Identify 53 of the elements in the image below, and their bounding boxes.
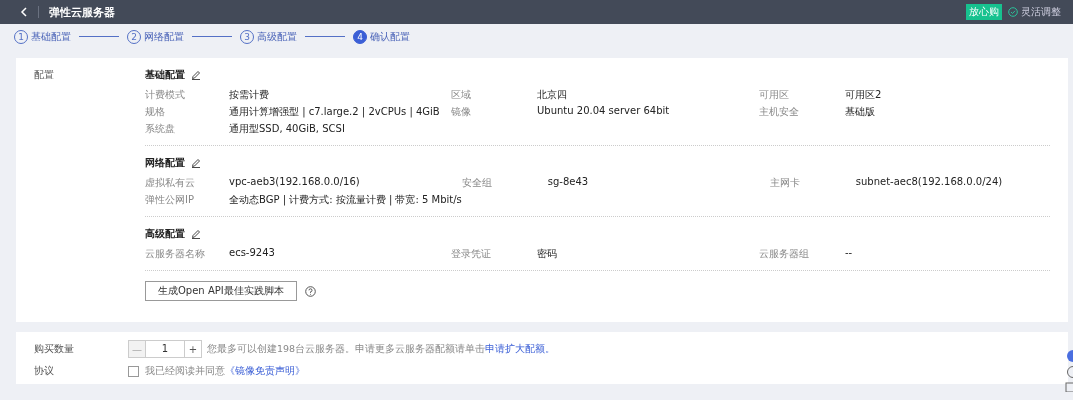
field-label: 弹性公网IP <box>145 193 195 207</box>
section-title: 网络配置 <box>145 156 185 170</box>
promo-badge: 放心购 <box>966 4 1002 20</box>
agreement-text: 我已经阅读并同意《镜像免责声明》 <box>145 364 305 378</box>
field-value: 北京四 <box>537 88 568 102</box>
field-label: 虚拟私有云 <box>145 176 196 190</box>
field-label: 安全组 <box>461 176 493 190</box>
field-value: 全动态BGP | 计费方式: 按流量计费 | 带宽: 5 Mbit/s <box>229 193 462 207</box>
field-value: -- <box>845 247 854 260</box>
page-title: 弹性云服务器 <box>49 4 115 20</box>
step-label: 网络配置 <box>144 29 184 44</box>
disclaimer-link[interactable]: 《镜像免责声明》 <box>225 364 305 376</box>
field-label: 云服务器组 <box>759 247 810 261</box>
field-value: sg-8e43 <box>547 176 590 189</box>
field-label: 可用区 <box>759 88 790 102</box>
field-label: 主机安全 <box>759 105 800 119</box>
field-label: 主网卡 <box>769 176 801 190</box>
edit-icon[interactable] <box>191 70 201 80</box>
step-label: 确认配置 <box>370 29 410 44</box>
field-label: 登录凭证 <box>451 247 492 261</box>
section-label: 配置 <box>33 68 55 82</box>
adjust-label: 灵活调整 <box>1021 5 1061 19</box>
quota-note: 您最多可以创建198台云服务器。申请更多云服务器配额请单击申请扩大配额。 <box>207 342 556 356</box>
field-value: 可用区2 <box>845 88 883 102</box>
section-title: 高级配置 <box>145 227 185 241</box>
field-label: 系统盘 <box>145 122 176 136</box>
field-value: subnet-aec8(192.168.0.0/24) <box>855 176 1004 189</box>
api-script-button[interactable]: 生成Open API最佳实践脚本 <box>145 281 297 301</box>
field-label: 镜像 <box>451 105 472 119</box>
agree-checkbox[interactable] <box>128 365 139 377</box>
step-label: 高级配置 <box>257 29 297 44</box>
edit-icon[interactable] <box>191 158 201 168</box>
edit-icon[interactable] <box>191 229 201 239</box>
field-label: 协议 <box>33 364 55 378</box>
field-value: vpc-aeb3(192.168.0.0/16) <box>229 176 361 189</box>
field-value: ecs-9243 <box>229 247 276 260</box>
field-value: Ubuntu 20.04 server 64bit <box>537 105 671 118</box>
field-label: 计费模式 <box>145 88 186 102</box>
field-label: 规格 <box>145 105 166 119</box>
check-circle-icon <box>1008 7 1018 17</box>
field-value: 通用计算增强型 | c7.large.2 | 2vCPUs | 4GiB <box>229 105 441 119</box>
field-value: 按需计费 <box>229 88 270 102</box>
field-value: 密码 <box>537 247 558 261</box>
section-title: 基础配置 <box>145 68 185 82</box>
field-label: 云服务器名称 <box>145 247 206 261</box>
back-icon[interactable] <box>20 7 28 17</box>
step-number: 4 <box>353 29 367 44</box>
field-label: 购买数量 <box>33 342 75 356</box>
step-label: 基础配置 <box>31 29 71 44</box>
field-label: 区域 <box>451 88 472 102</box>
field-value: 通用型SSD, 40GiB, SCSI <box>229 122 346 136</box>
quota-link[interactable]: 申请扩大配额。 <box>485 342 556 354</box>
field-value: 基础版 <box>845 105 876 119</box>
